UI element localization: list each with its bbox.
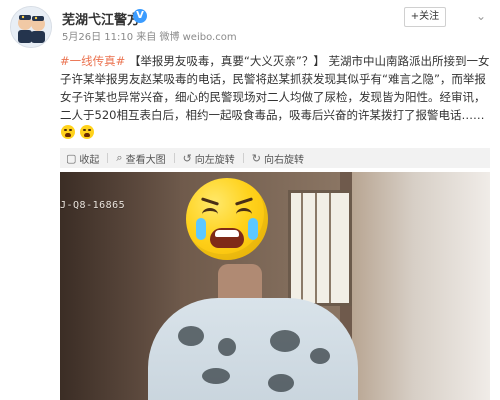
toolbar-divider [107,153,109,163]
rotate-right-icon: ↻ [251,151,262,165]
crying-emoji-icon [186,178,268,260]
rotate-left-button[interactable]: ↺ 向左旋转 [183,151,235,166]
verified-icon: V [133,9,147,23]
zoom-icon: ⌕ [116,151,123,164]
collapse-icon: ▢ [66,151,77,165]
rotate-left-icon: ↺ [182,151,192,165]
image-toolbar: ▢ 收起 ⌕ 查看大图 ↺ 向左旋转 ↻ 向右旋转 [60,148,490,168]
collapse-button[interactable]: ▢ 收起 [66,151,99,166]
post-photo[interactable]: J-Q8-16865 [60,172,490,400]
crying-emoji-icon [61,125,75,139]
police-avatar-icon [11,7,51,47]
post-header: 芜湖弋江警方 V 5月26日 11:10 来自 微博 weibo.com +关注… [0,0,500,48]
follow-button[interactable]: +关注 [404,7,446,27]
view-large-label: 查看大图 [125,154,166,166]
rotate-right-label: 向右旋转 [264,154,305,166]
rotate-right-button[interactable]: ↻ 向右旋转 [252,151,304,166]
photo-code-overlay: J-Q8-16865 [60,200,126,211]
toolbar-divider [242,153,244,163]
post-highlight: 【举报男友吸毒，真要“大义灭亲”？】 [128,54,325,68]
photo-background-right [352,172,490,400]
post-content: #一线传真# 【举报男友吸毒，真要“大义灭亲”？】 芜湖市中山南路派出所接到一女… [60,52,490,142]
person-shirt [148,298,358,400]
account-name[interactable]: 芜湖弋江警方 [62,9,140,28]
collapse-label: 收起 [79,154,100,166]
photo-window [288,190,352,306]
toolbar-divider [173,153,175,163]
avatar[interactable] [10,6,52,48]
chevron-down-icon[interactable]: ⌄ [473,8,489,24]
crying-emoji-icon [79,125,94,139]
rotate-left-label: 向左旋转 [194,154,235,166]
follow-button-label: +关注 [410,11,440,22]
post-hashtag[interactable]: #一线传真# [60,54,125,68]
view-large-button[interactable]: ⌕ 查看大图 [116,151,165,166]
post-meta: 5月26日 11:10 来自 微博 weibo.com [62,32,237,43]
